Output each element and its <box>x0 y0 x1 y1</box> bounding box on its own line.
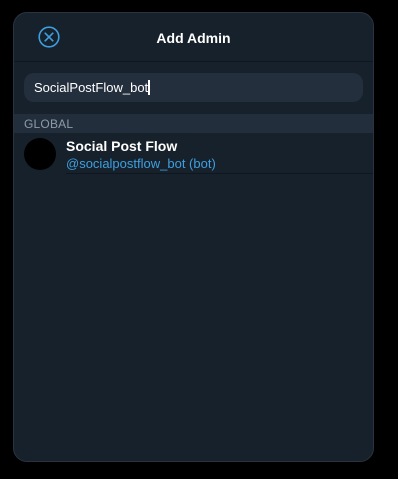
list-item[interactable]: Social Post Flow @socialpostflow_bot (bo… <box>14 134 373 174</box>
row-divider <box>66 173 373 174</box>
result-username: @socialpostflow_bot (bot) <box>66 156 216 171</box>
avatar <box>24 138 56 170</box>
search-input-value[interactable]: SocialPostFlow_bot <box>34 80 148 95</box>
result-name: Social Post Flow <box>66 138 178 154</box>
add-admin-dialog: Add Admin SocialPostFlow_bot GLOBAL Soci… <box>13 12 374 462</box>
dialog-header: Add Admin <box>14 13 373 62</box>
search-input[interactable]: SocialPostFlow_bot <box>24 73 363 102</box>
text-caret <box>148 80 151 95</box>
dialog-title: Add Admin <box>156 30 231 46</box>
section-header-global: GLOBAL <box>14 114 373 133</box>
